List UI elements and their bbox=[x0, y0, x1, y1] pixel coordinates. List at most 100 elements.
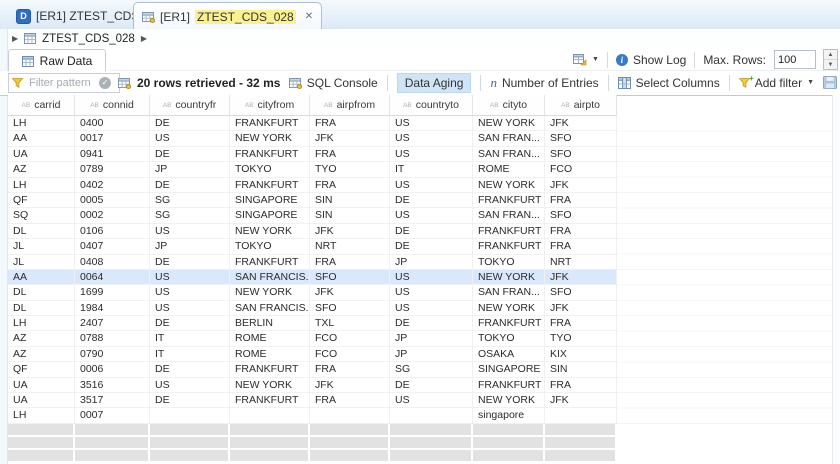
data-grid-header: ABcarridABconnidABcountryfrABcityfromABa… bbox=[8, 95, 617, 116]
number-of-entries-button[interactable]: n Number of Entries bbox=[490, 76, 598, 90]
sql-console-icon bbox=[289, 77, 302, 89]
cell: US bbox=[390, 270, 473, 284]
save-button[interactable] bbox=[823, 76, 837, 89]
number-of-entries-label: Number of Entries bbox=[502, 76, 599, 90]
sql-console-button[interactable]: SQL Console bbox=[289, 76, 378, 90]
breadcrumb-expand-icon[interactable]: ▶ bbox=[12, 34, 18, 43]
cell: US bbox=[390, 131, 473, 145]
show-log-button[interactable]: i Show Log bbox=[616, 53, 686, 67]
close-tab-icon[interactable]: ✕ bbox=[305, 11, 313, 22]
table-row[interactable]: UA0941DEFRANKFURTFRAUSSAN FRAN...SFO bbox=[8, 147, 617, 162]
data-aging-toggle[interactable]: Data Aging bbox=[397, 73, 472, 93]
add-filter-button[interactable]: + Add filter ▼ bbox=[739, 76, 814, 90]
empty-cell bbox=[390, 450, 473, 461]
cell: JFK bbox=[545, 301, 617, 315]
table-row[interactable]: LH0007singapore bbox=[8, 408, 617, 423]
breadcrumb-item[interactable]: ZTEST_CDS_028 bbox=[42, 33, 135, 45]
cell: US bbox=[390, 393, 473, 407]
table-row[interactable]: QF0006DEFRANKFURTFRASGSINGAPORESIN bbox=[8, 362, 617, 377]
cell: 0064 bbox=[75, 270, 150, 284]
cell: FRA bbox=[310, 116, 390, 130]
step-down-icon[interactable]: ▼ bbox=[824, 60, 837, 69]
table-row[interactable]: LH2407DEBERLINTXLDEFRANKFURTFRA bbox=[8, 316, 617, 331]
empty-row bbox=[8, 450, 617, 463]
table-icon bbox=[24, 33, 36, 44]
cell: 0407 bbox=[75, 239, 150, 253]
table-row[interactable]: JL0408DEFRANKFURTFRAJPTOKYONRT bbox=[8, 255, 617, 270]
cell: 0017 bbox=[75, 131, 150, 145]
empty-cell bbox=[390, 424, 473, 435]
char-type-icon: AB bbox=[245, 102, 254, 109]
empty-cell bbox=[150, 450, 230, 461]
cell: NEW YORK bbox=[473, 301, 545, 315]
breadcrumb: ▶ ZTEST_CDS_028 ▶ bbox=[8, 29, 840, 48]
column-header-airpto[interactable]: ABairpto bbox=[545, 95, 617, 116]
cell: JL bbox=[8, 255, 75, 269]
editor-tab-active[interactable]: [ER1] ZTEST_CDS_028 ✕ bbox=[133, 2, 322, 30]
column-header-carrid[interactable]: ABcarrid bbox=[8, 95, 75, 116]
apply-filter-icon[interactable]: ✓ bbox=[99, 77, 111, 89]
table-row[interactable]: QF0005SGSINGAPORESINDEFRANKFURTFRA bbox=[8, 193, 617, 208]
chevron-down-icon[interactable]: ▼ bbox=[807, 79, 814, 86]
table-row[interactable]: DL1699USNEW YORKJFKUSSAN FRAN...SFO bbox=[8, 285, 617, 300]
max-rows-stepper[interactable]: ▲▼ bbox=[823, 49, 838, 70]
tab-raw-data[interactable]: Raw Data bbox=[8, 49, 106, 72]
cell: IT bbox=[390, 162, 473, 176]
cell: FRANKFURT bbox=[473, 224, 545, 238]
column-header-countryto[interactable]: ABcountryto bbox=[390, 95, 473, 116]
table-row[interactable]: DL1984USSAN FRANCIS...SFOUSNEW YORKJFK bbox=[8, 301, 617, 316]
cell: FRA bbox=[545, 316, 617, 330]
cell: AA bbox=[8, 131, 75, 145]
cell: NEW YORK bbox=[230, 285, 310, 299]
cell: US bbox=[390, 116, 473, 130]
filter-pattern-box: ✓ bbox=[8, 73, 120, 93]
table-row[interactable]: AZ0788ITROMEFCOJPTOKYOTYO bbox=[8, 331, 617, 346]
cell: NRT bbox=[310, 239, 390, 253]
table-row[interactable]: AA0064USSAN FRANCIS...SFOUSNEW YORKJFK bbox=[8, 270, 617, 285]
table-row[interactable]: UA3516USNEW YORKJFKDEFRANKFURTFRA bbox=[8, 378, 617, 393]
cell: 3517 bbox=[75, 393, 150, 407]
cell: SAN FRAN... bbox=[473, 131, 545, 145]
separator bbox=[480, 75, 481, 91]
cell: US bbox=[150, 301, 230, 315]
empty-cell bbox=[310, 424, 390, 435]
column-header-connid[interactable]: ABconnid bbox=[75, 95, 150, 116]
empty-cell bbox=[75, 450, 150, 461]
breadcrumb-chevron-icon[interactable]: ▶ bbox=[141, 34, 147, 43]
cell: LH bbox=[8, 316, 75, 330]
table-row[interactable]: AZ0790ITROMEFCOJPOSAKAKIX bbox=[8, 347, 617, 362]
column-header-countryfr[interactable]: ABcountryfr bbox=[150, 95, 230, 116]
cell: SG bbox=[390, 362, 473, 376]
filter-pattern-input[interactable] bbox=[27, 76, 95, 90]
table-row[interactable]: AA0017USNEW YORKJFKUSSAN FRAN...SFO bbox=[8, 131, 617, 146]
table-row[interactable]: DL0106USNEW YORKJFKDEFRANKFURTFRA bbox=[8, 224, 617, 239]
export-icon bbox=[573, 53, 587, 66]
table-row[interactable]: LH0400DEFRANKFURTFRAUSNEW YORKJFK bbox=[8, 116, 617, 131]
max-rows-input[interactable] bbox=[774, 50, 816, 69]
cell: DE bbox=[390, 193, 473, 207]
export-button[interactable]: ▼ bbox=[573, 53, 599, 66]
empty-cell bbox=[473, 437, 545, 448]
cell: JFK bbox=[310, 285, 390, 299]
cell: SAN FRANCIS... bbox=[230, 301, 310, 315]
cell: SQ bbox=[8, 208, 75, 222]
cell: 1984 bbox=[75, 301, 150, 315]
step-up-icon[interactable]: ▲ bbox=[824, 50, 837, 60]
info-icon: i bbox=[616, 54, 628, 66]
table-row[interactable]: JL0407JPTOKYONRTDEFRANKFURTFRA bbox=[8, 239, 617, 254]
cell bbox=[150, 408, 230, 422]
table-row[interactable]: UA3517DEFRANKFURTFRAUSNEW YORKJFK bbox=[8, 393, 617, 408]
vertical-scrollbar[interactable] bbox=[832, 95, 840, 464]
add-filter-label: Add filter bbox=[755, 76, 802, 90]
column-header-cityfrom[interactable]: ABcityfrom bbox=[230, 95, 310, 116]
table-row[interactable]: AZ0789JPTOKYOTYOITROMEFCO bbox=[8, 162, 617, 177]
cell: JFK bbox=[545, 270, 617, 284]
table-row[interactable]: SQ0002SGSINGAPORESINUSSAN FRAN...SFO bbox=[8, 208, 617, 223]
column-header-cityto[interactable]: ABcityto bbox=[473, 95, 545, 116]
cell: JFK bbox=[310, 131, 390, 145]
table-row[interactable]: LH0402DEFRANKFURTFRAUSNEW YORKJFK bbox=[8, 178, 617, 193]
select-columns-button[interactable]: Select Columns bbox=[618, 76, 720, 90]
cell: SFO bbox=[545, 131, 617, 145]
column-header-airpfrom[interactable]: ABairpfrom bbox=[310, 95, 390, 116]
cell: JFK bbox=[310, 378, 390, 392]
